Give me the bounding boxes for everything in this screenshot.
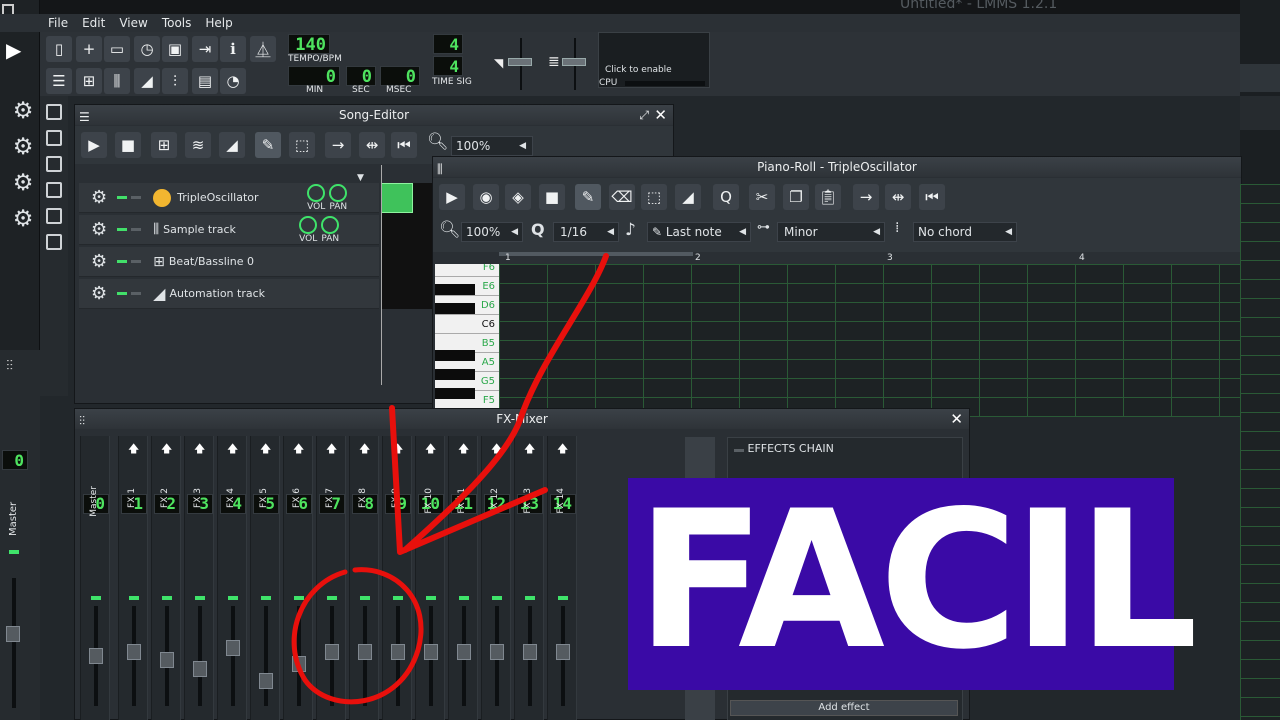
red-arrow-head <box>389 405 548 555</box>
annotation-layer <box>291 253 609 705</box>
red-circle <box>291 567 424 705</box>
